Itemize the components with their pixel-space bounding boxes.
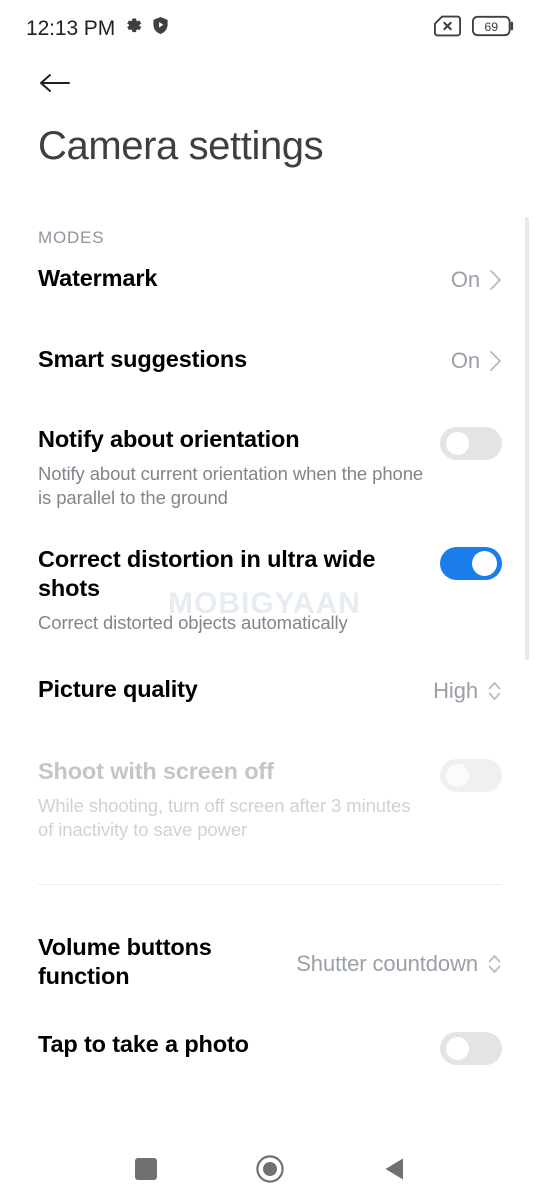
- setting-title: Tap to take a photo: [38, 1030, 249, 1057]
- nav-recents-button[interactable]: [123, 1148, 169, 1194]
- scrollbar[interactable]: [525, 217, 529, 660]
- chevron-right-icon: [489, 350, 502, 372]
- section-header-modes: MODES: [38, 228, 105, 247]
- battery-icon: 69: [472, 15, 516, 42]
- row-control: On: [451, 264, 502, 293]
- setting-title: Watermark: [38, 265, 158, 291]
- setting-row-shoot-with-screen-off: Shoot with screen off While shooting, tu…: [0, 757, 540, 842]
- row-control: On: [451, 345, 502, 374]
- setting-subtitle: While shooting, turn off screen after 3 …: [38, 794, 411, 840]
- setting-title: Notify about orientation: [38, 426, 300, 452]
- toggle-correct-distortion[interactable]: [440, 546, 502, 580]
- setting-row-tap-to-take-a-photo[interactable]: Tap to take a photo: [0, 1030, 540, 1074]
- row-text: Tap to take a photo: [38, 1030, 440, 1060]
- row-text: Smart suggestions: [38, 345, 451, 375]
- status-bar: 12:13 PM 69: [0, 0, 540, 56]
- setting-row-watermark[interactable]: Watermark On: [0, 264, 540, 308]
- row-control[interactable]: Shutter countdown: [296, 933, 502, 977]
- status-clock: 12:13 PM: [26, 16, 116, 40]
- toggle-knob: [446, 1036, 469, 1060]
- row-control[interactable]: High: [433, 675, 502, 704]
- setting-title: Shoot with screen off: [38, 757, 274, 784]
- status-bar-left: 12:13 PM: [26, 16, 169, 40]
- row-text: Notify about orientation Notify about cu…: [38, 425, 440, 510]
- battery-level-text: 69: [484, 20, 498, 34]
- settings-scroll-container[interactable]: MODES Watermark On Smart suggestions On: [0, 195, 540, 1142]
- navigation-bar: [0, 1142, 540, 1200]
- setting-row-picture-quality[interactable]: Picture quality High: [0, 675, 540, 719]
- circle-icon: [256, 1154, 284, 1188]
- shield-icon: [152, 16, 169, 40]
- square-icon: [135, 1157, 157, 1185]
- setting-value: High: [433, 677, 478, 703]
- arrow-left-icon: [39, 71, 71, 100]
- row-text: Volume buttons function: [38, 933, 296, 992]
- page-title: Camera settings: [38, 124, 324, 168]
- setting-row-correct-distortion[interactable]: Correct distortion in ultra wide shots C…: [0, 545, 540, 635]
- toggle-knob: [446, 763, 469, 787]
- row-text: Watermark: [38, 264, 451, 294]
- row-text: Picture quality: [38, 675, 433, 705]
- setting-title: Smart suggestions: [38, 346, 247, 372]
- back-button[interactable]: [38, 68, 72, 102]
- chevron-right-icon: [489, 269, 502, 291]
- toggle-tap-to-take-a-photo[interactable]: [440, 1031, 502, 1065]
- app-bar: [0, 56, 540, 114]
- toggle-shoot-with-screen-off: [440, 758, 502, 792]
- row-text: Shoot with screen off While shooting, tu…: [38, 757, 440, 842]
- setting-row-notify-about-orientation[interactable]: Notify about orientation Notify about cu…: [0, 425, 540, 510]
- setting-subtitle: Correct distorted objects automatically: [38, 611, 348, 633]
- setting-title: Picture quality: [38, 675, 198, 702]
- toggle-notify-about-orientation[interactable]: [440, 427, 502, 460]
- setting-title: Volume buttons function: [38, 933, 212, 990]
- setting-value: On: [450, 267, 480, 292]
- no-sim-icon: [433, 15, 462, 42]
- status-bar-right: 69: [433, 15, 516, 42]
- nav-back-button[interactable]: [371, 1148, 417, 1194]
- setting-subtitle: Notify about current orientation when th…: [38, 462, 424, 508]
- setting-value: Shutter countdown: [296, 950, 478, 976]
- setting-row-volume-buttons-function[interactable]: Volume buttons function Shutter countdow…: [0, 933, 540, 992]
- chevron-updown-icon: [487, 953, 502, 975]
- gear-icon: [124, 16, 143, 40]
- toggle-knob: [472, 550, 497, 576]
- triangle-left-icon: [384, 1157, 404, 1186]
- section-divider: [38, 883, 502, 885]
- setting-row-smart-suggestions[interactable]: Smart suggestions On: [0, 345, 540, 389]
- chevron-updown-icon: [487, 680, 502, 702]
- toggle-knob: [446, 432, 469, 455]
- setting-title: Correct distortion in ultra wide shots: [38, 545, 376, 602]
- row-text: Correct distortion in ultra wide shots C…: [38, 545, 440, 635]
- setting-value: On: [450, 348, 480, 373]
- nav-home-button[interactable]: [247, 1148, 293, 1194]
